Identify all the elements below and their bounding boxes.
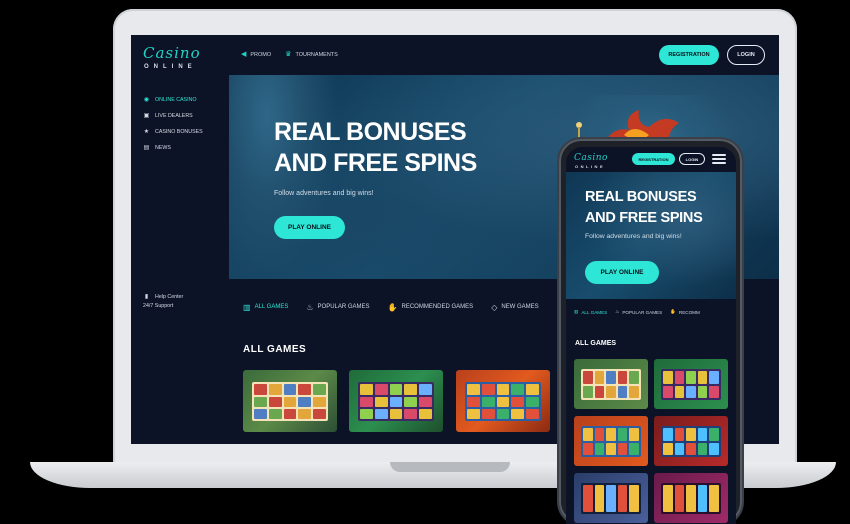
slot-reels bbox=[581, 426, 641, 457]
gamepad-icon: ▥ bbox=[574, 309, 579, 314]
tab-label: POPULAR GAMES bbox=[317, 304, 370, 310]
mobile-hero-title-line1: REAL BONUSES bbox=[585, 189, 697, 205]
slot-reels bbox=[465, 382, 541, 421]
mobile-hero-title: REAL BONUSES AND FREE SPINS bbox=[585, 187, 703, 229]
sidebar-item-label: LIVE DEALERS bbox=[155, 112, 193, 119]
tab-label: ALL GAMES bbox=[581, 309, 608, 315]
mobile-hero-title-line2: AND FREE SPINS bbox=[585, 210, 703, 226]
mobile-all-games-heading: ALL GAMES bbox=[575, 340, 617, 347]
game-tile[interactable] bbox=[456, 370, 550, 432]
megaphone-icon: ◀ bbox=[241, 51, 247, 58]
news-icon: ▤ bbox=[143, 145, 150, 151]
slot-reels bbox=[661, 369, 721, 400]
slot-reels bbox=[358, 382, 434, 421]
top-nav: ◀ PROMO ♛ TOURNAMENTS bbox=[241, 51, 338, 58]
play-online-button[interactable]: PLAY ONLINE bbox=[274, 216, 345, 239]
tab-new-games[interactable]: ◇ NEW GAMES bbox=[491, 303, 539, 312]
sidebar-item-online-casino[interactable]: ◉ ONLINE CASINO bbox=[143, 96, 197, 104]
nav-tournaments-label: TOURNAMENTS bbox=[295, 51, 338, 58]
tab-label: NEW GAMES bbox=[501, 304, 539, 310]
game-tile[interactable] bbox=[574, 416, 648, 466]
mobile-tab-recommended[interactable]: ✋ RECOMM bbox=[670, 309, 700, 315]
mobile-play-online-button[interactable]: PLAY ONLINE bbox=[585, 261, 659, 284]
tab-recommended-games[interactable]: ✋ RECOMMENDED GAMES bbox=[388, 303, 474, 312]
game-tile[interactable] bbox=[574, 473, 648, 523]
gamepad-icon: ▥ bbox=[243, 302, 251, 312]
tab-label: ALL GAMES bbox=[254, 304, 289, 310]
hero-title-line2: AND FREE SPINS bbox=[274, 149, 477, 177]
diamond-icon: ◇ bbox=[491, 302, 498, 312]
login-button[interactable]: LOGIN bbox=[727, 45, 765, 65]
mobile-logo-subtitle: ONLINE bbox=[575, 164, 606, 169]
hamburger-menu-icon[interactable] bbox=[712, 154, 726, 164]
trophy-icon: ♛ bbox=[285, 51, 292, 58]
hero-subtitle: Follow adventures and big wins! bbox=[274, 190, 374, 197]
site-header: Casino ONLINE ◀ PROMO ♛ TOURNAMENTS REGI… bbox=[131, 35, 779, 75]
hero-title-line1: REAL BONUSES bbox=[274, 118, 467, 146]
mobile-logo[interactable]: Casino bbox=[574, 153, 608, 163]
mobile-login-button[interactable]: LOGIN bbox=[679, 153, 705, 165]
sidebar-item-casino-bonuses[interactable]: ★ CASINO BONUSES bbox=[143, 128, 203, 136]
support-hours: 24/7 Support bbox=[143, 303, 174, 309]
thumbs-up-icon: ✋ bbox=[387, 302, 398, 312]
game-tile[interactable] bbox=[654, 416, 728, 466]
nav-promo[interactable]: ◀ PROMO bbox=[241, 51, 271, 58]
laptop-notch bbox=[390, 462, 510, 472]
casino-chip-icon: ◉ bbox=[143, 97, 150, 103]
mobile-game-tabs: ▥ ALL GAMES ♨ POPULAR GAMES ✋ RECOMM bbox=[574, 309, 700, 315]
fire-icon: ♨ bbox=[615, 309, 620, 314]
logo-subtitle: ONLINE bbox=[144, 64, 197, 70]
sidebar-item-label: NEWS bbox=[155, 144, 171, 151]
game-tile[interactable] bbox=[243, 370, 337, 432]
nav-promo-label: PROMO bbox=[250, 51, 272, 58]
sidebar-item-label: ONLINE CASINO bbox=[155, 96, 197, 103]
game-tile[interactable] bbox=[654, 473, 728, 523]
sidebar-item-live-dealers[interactable]: ▣ LIVE DEALERS bbox=[143, 112, 193, 120]
mobile-hero-subtitle: Follow adventures and big wins! bbox=[585, 233, 682, 240]
hero-title: REAL BONUSES AND FREE SPINS bbox=[274, 117, 477, 179]
slot-reels bbox=[661, 426, 721, 457]
nav-tournaments[interactable]: ♛ TOURNAMENTS bbox=[285, 51, 338, 58]
thumbs-up-icon: ✋ bbox=[670, 309, 676, 314]
game-tile[interactable] bbox=[654, 359, 728, 409]
device-mockup: Casino ONLINE ◀ PROMO ♛ TOURNAMENTS REGI… bbox=[0, 0, 850, 524]
slot-reels bbox=[581, 483, 641, 514]
video-icon: ▣ bbox=[143, 113, 150, 119]
logo[interactable]: Casino bbox=[143, 46, 201, 61]
mobile-site: Casino ONLINE REGISTRATION LOGIN REAL BO… bbox=[566, 147, 736, 524]
star-icon: ★ bbox=[143, 129, 150, 135]
tab-all-games[interactable]: ▥ ALL GAMES bbox=[243, 303, 288, 312]
game-tile[interactable] bbox=[349, 370, 443, 432]
game-tile[interactable] bbox=[574, 359, 648, 409]
slot-reels bbox=[661, 483, 721, 514]
sidebar-item-news[interactable]: ▤ NEWS bbox=[143, 144, 171, 152]
chat-icon: ▮ bbox=[144, 294, 149, 300]
fire-icon: ♨ bbox=[306, 302, 314, 312]
tab-label: RECOMM bbox=[678, 309, 700, 315]
all-games-heading: ALL GAMES bbox=[243, 344, 307, 355]
mobile-tab-all-games[interactable]: ▥ ALL GAMES bbox=[574, 309, 607, 315]
mobile-registration-button[interactable]: REGISTRATION bbox=[632, 153, 675, 165]
slot-reels bbox=[581, 369, 641, 400]
slot-reels bbox=[252, 382, 328, 421]
tab-label: RECOMMENDED GAMES bbox=[401, 304, 474, 310]
mobile-tab-popular-games[interactable]: ♨ POPULAR GAMES bbox=[615, 309, 662, 315]
sidebar-item-label: CASINO BONUSES bbox=[155, 128, 203, 135]
help-center-link[interactable]: ▮ Help Center bbox=[143, 293, 184, 301]
tab-popular-games[interactable]: ♨ POPULAR GAMES bbox=[306, 303, 369, 312]
registration-button[interactable]: REGISTRATION bbox=[659, 45, 719, 65]
sidebar: ◉ ONLINE CASINO ▣ LIVE DEALERS ★ CASINO … bbox=[131, 75, 229, 444]
tab-label: POPULAR GAMES bbox=[622, 309, 663, 315]
help-center-label: Help Center bbox=[155, 293, 184, 300]
